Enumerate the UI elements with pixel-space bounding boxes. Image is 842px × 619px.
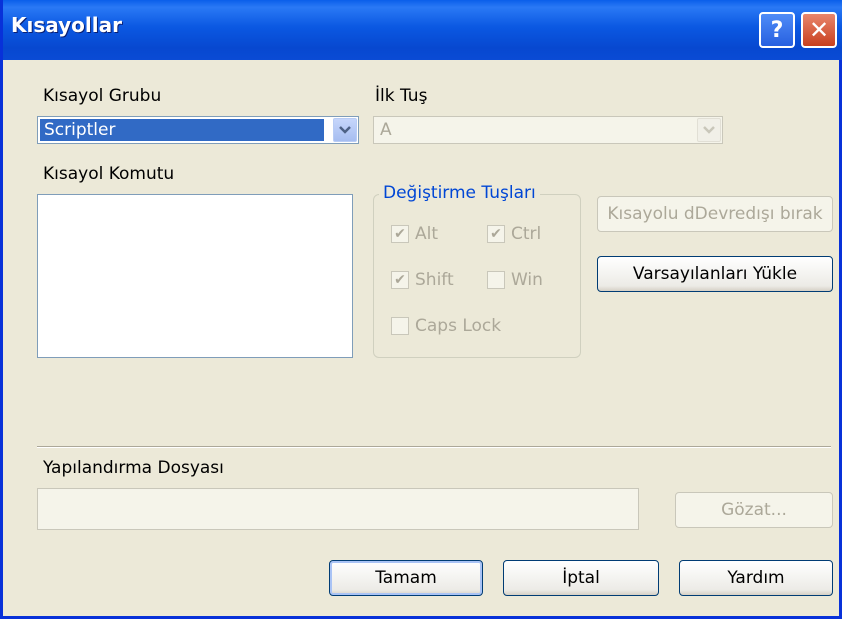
alt-label: Alt — [415, 224, 439, 244]
config-file-input[interactable] — [37, 488, 639, 530]
disable-shortcut-button[interactable]: Kısayolu dDevredışı bırak — [597, 196, 833, 232]
window-title: Kısayollar — [11, 13, 122, 37]
shift-label: Shift — [415, 270, 454, 290]
help-button[interactable]: Yardım — [679, 560, 833, 596]
first-key-value: A — [380, 120, 392, 140]
ok-button[interactable]: Tamam — [329, 560, 483, 596]
caps-lock-checkbox[interactable]: Caps Lock — [391, 314, 501, 338]
ctrl-label: Ctrl — [511, 224, 542, 244]
first-key-dropdown[interactable]: A — [373, 116, 723, 144]
ctrl-checkbox[interactable]: ✔ Ctrl — [487, 222, 541, 246]
shortcuts-dialog: Kısayollar ? ✕ Kısayol Grubu Scriptler İ… — [0, 0, 842, 619]
close-icon[interactable]: ✕ — [801, 12, 837, 48]
checkbox-box — [487, 271, 505, 289]
modifier-keys-legend: Değiştirme Tuşları — [379, 183, 540, 203]
shift-checkbox[interactable]: ✔ Shift — [391, 268, 454, 292]
shortcut-group-label: Kısayol Grubu — [43, 86, 162, 106]
shortcut-group-value: Scriptler — [39, 118, 325, 142]
win-checkbox[interactable]: Win — [487, 268, 543, 292]
load-defaults-button[interactable]: Varsayılanları Yükle — [597, 256, 833, 292]
checkbox-box — [391, 317, 409, 335]
title-bar[interactable]: Kısayollar ? ✕ — [3, 0, 842, 60]
checkmark-icon: ✔ — [391, 225, 409, 243]
caps-lock-label: Caps Lock — [415, 316, 502, 336]
shortcut-command-list[interactable] — [37, 194, 353, 358]
first-key-label: İlk Tuş — [375, 86, 428, 106]
win-label: Win — [511, 270, 543, 290]
config-file-label: Yapılandırma Dosyası — [43, 458, 224, 478]
chevron-down-icon[interactable] — [333, 118, 357, 142]
help-icon[interactable]: ? — [759, 12, 795, 48]
browse-button[interactable]: Gözat... — [675, 492, 833, 528]
alt-checkbox[interactable]: ✔ Alt — [391, 222, 438, 246]
shortcut-group-dropdown[interactable]: Scriptler — [37, 116, 359, 144]
shortcut-command-label: Kısayol Komutu — [43, 164, 175, 184]
cancel-button[interactable]: İptal — [503, 560, 659, 596]
checkmark-icon: ✔ — [487, 225, 505, 243]
chevron-down-icon[interactable] — [697, 118, 721, 142]
separator — [37, 446, 831, 448]
checkmark-icon: ✔ — [391, 271, 409, 289]
